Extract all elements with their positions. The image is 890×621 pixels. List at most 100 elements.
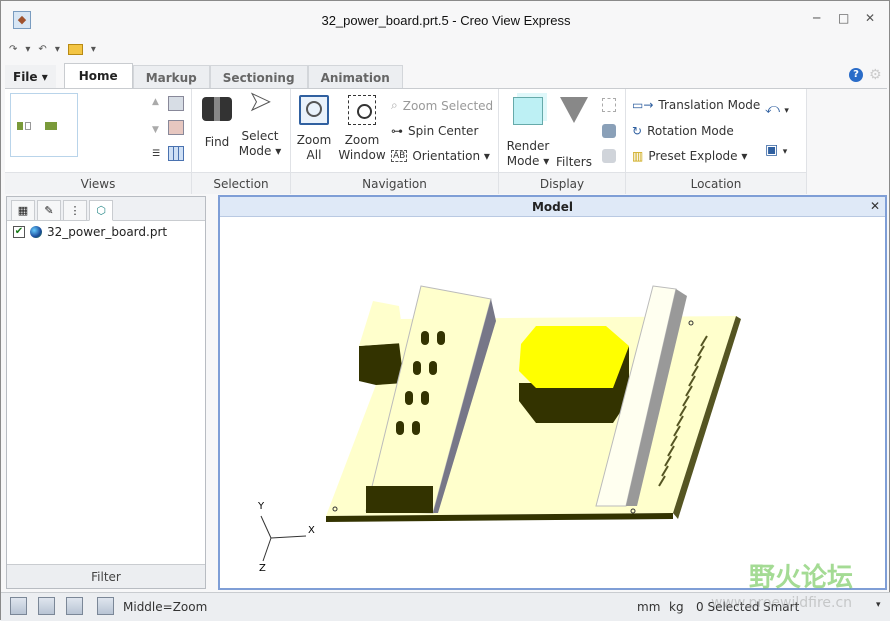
- customize-qat-icon[interactable]: ▾: [91, 44, 96, 55]
- close-viewport-icon[interactable]: ✕: [867, 198, 883, 214]
- model-tree-panel: ▦ ✎ ⋮ ⬡ ✔ 32_power_board.prt Filter: [6, 196, 206, 589]
- tree-item[interactable]: ✔ 32_power_board.prt: [13, 225, 167, 239]
- mass-unit[interactable]: kg: [669, 600, 684, 614]
- cube-icon: [513, 97, 543, 125]
- visibility-checkbox[interactable]: ✔: [13, 226, 25, 238]
- isolate-icon[interactable]: [602, 149, 616, 163]
- zoom-window-button[interactable]: Zoom Window: [337, 95, 387, 163]
- tab-animation[interactable]: Animation: [307, 65, 403, 89]
- tab-model[interactable]: ⬡: [89, 200, 113, 221]
- rotation-label: Rotation Mode: [647, 124, 734, 138]
- translation-icon: ▭→: [632, 98, 654, 112]
- select-mode-label: Select: [241, 129, 279, 143]
- tab-sectioning[interactable]: Sectioning: [209, 65, 308, 89]
- status-bar: Middle=Zoom mm kg 0 Selected Smart ▾: [1, 592, 890, 621]
- dropdown-icon[interactable]: ▾: [25, 44, 30, 55]
- filters-label: Filters: [556, 155, 592, 169]
- cursor-arrow-icon: ➤: [249, 87, 272, 117]
- tree-item-label: 32_power_board.prt: [47, 225, 168, 239]
- zoom-window-label: Zoom: [344, 133, 380, 147]
- viewport-title: Model: [220, 197, 885, 217]
- group-display: Render Mode ▾ Filters ↘ Display: [499, 89, 626, 194]
- help-icon[interactable]: ?: [849, 68, 863, 82]
- axis-y-label: Y: [257, 501, 265, 512]
- more-views-icon[interactable]: ☰: [152, 149, 160, 159]
- delete-view-icon[interactable]: [168, 96, 184, 111]
- quick-access-toolbar: ↷ ▾ ↶ ▾ ▾: [9, 41, 96, 57]
- tab-structure[interactable]: ▦: [11, 200, 35, 221]
- group-views: ▲ ▼ ☰ Views: [5, 89, 192, 194]
- layout-side-icon[interactable]: [38, 597, 55, 615]
- group-navigation: Zoom All Zoom Window ⌕ Zoom Selected ⊶ Spi…: [291, 89, 499, 194]
- group-label-navigation: Navigation: [291, 172, 498, 194]
- show-icon[interactable]: [602, 124, 616, 138]
- select-mode-button[interactable]: ➤ Select Mode ▾: [237, 87, 283, 159]
- spin-center-button[interactable]: ⊶ Spin Center: [391, 124, 478, 138]
- part-globe-icon: [30, 226, 42, 238]
- tab-file-label: File: [13, 70, 38, 84]
- selection-filter-select[interactable]: Smart: [763, 600, 799, 614]
- mouse-hint: Middle=Zoom: [123, 600, 208, 614]
- zoom-window-label-2: Window: [338, 148, 386, 162]
- dropdown-icon[interactable]: ▾: [55, 44, 60, 55]
- layout-bottom-icon[interactable]: [66, 597, 83, 615]
- tab-tree[interactable]: ⋮: [63, 200, 87, 221]
- group-label-location: Location: [626, 172, 806, 194]
- axis-z-label: Z: [259, 563, 266, 574]
- translation-mode-button[interactable]: ▭→ Translation Mode: [632, 98, 760, 112]
- open-folder-icon[interactable]: [67, 43, 83, 55]
- title-bar: ◆ 32_power_board.prt.5 - Creo View Expre…: [1, 1, 890, 39]
- settings-icon[interactable]: ⚙: [869, 67, 882, 83]
- view-thumbnail[interactable]: [10, 93, 78, 157]
- tab-annotations[interactable]: ✎: [37, 200, 61, 221]
- filter-button[interactable]: Filter: [7, 564, 205, 588]
- axis-x-label: X: [308, 525, 315, 536]
- app-window: ◆ 32_power_board.prt.5 - Creo View Expre…: [0, 0, 890, 621]
- reset-location-icon[interactable]: ⤺ ▾: [765, 101, 789, 117]
- group-label-views: Views: [5, 172, 191, 194]
- ribbon: ▲ ▼ ☰ Views Find ➤ Select Mode ▾ Selecti…: [5, 87, 807, 194]
- find-label: Find: [204, 135, 230, 149]
- scroll-down-icon[interactable]: ▼: [152, 125, 159, 135]
- redo-icon[interactable]: ↷: [9, 44, 17, 55]
- left-block-front: [359, 343, 404, 385]
- render-mode-label: Render: [506, 139, 550, 153]
- close-button[interactable]: ✕: [865, 11, 875, 25]
- preset-explode-label: Preset Explode ▾: [648, 149, 748, 163]
- zoom-window-icon: [348, 95, 376, 125]
- delete-views-icon[interactable]: [168, 120, 184, 135]
- zoom-selected-label: Zoom Selected: [402, 98, 494, 113]
- length-unit[interactable]: mm: [637, 600, 660, 614]
- binoculars-icon: [202, 97, 232, 121]
- rotation-mode-button[interactable]: ↻ Rotation Mode: [632, 124, 734, 138]
- tab-home[interactable]: Home: [63, 63, 133, 89]
- chevron-down-icon[interactable]: ▾: [876, 600, 881, 610]
- orientation-button[interactable]: AB Orientation ▾: [391, 149, 490, 163]
- filters-button[interactable]: Filters: [555, 97, 593, 170]
- zoom-selected-button[interactable]: ⌕ Zoom Selected: [391, 98, 493, 113]
- render-mode-label-2: Mode ▾: [506, 154, 550, 168]
- scroll-up-icon[interactable]: ▲: [152, 97, 159, 107]
- tab-markup[interactable]: Markup: [132, 65, 210, 89]
- zoom-selected-icon: ⌕: [391, 98, 398, 112]
- hide-icon[interactable]: [602, 98, 616, 112]
- undo-icon[interactable]: ↶: [38, 44, 46, 55]
- orientation-icon: AB: [391, 150, 408, 162]
- minimize-button[interactable]: ─: [813, 11, 820, 25]
- find-button[interactable]: Find: [200, 97, 234, 150]
- maximize-button[interactable]: □: [838, 11, 849, 25]
- render-mode-button[interactable]: Render Mode ▾: [503, 97, 553, 169]
- rotation-icon: ↻: [632, 124, 643, 138]
- preset-explode-button[interactable]: ▥ Preset Explode ▾: [632, 149, 747, 163]
- bounding-box-icon[interactable]: ▣ ▾: [765, 142, 787, 158]
- model-viewport[interactable]: Model ✕ Y X Z: [218, 195, 887, 590]
- tab-file[interactable]: File ▾: [5, 65, 56, 89]
- layout-none-icon[interactable]: [97, 597, 114, 615]
- grid-view-icon[interactable]: [168, 146, 184, 161]
- zoom-all-icon: [299, 95, 329, 125]
- zoom-all-button[interactable]: Zoom All: [295, 95, 333, 163]
- axis-triad: [260, 515, 307, 562]
- yellow-block-top: [519, 326, 629, 388]
- left-rail-foot: [366, 486, 433, 513]
- layout-full-icon[interactable]: [10, 597, 27, 615]
